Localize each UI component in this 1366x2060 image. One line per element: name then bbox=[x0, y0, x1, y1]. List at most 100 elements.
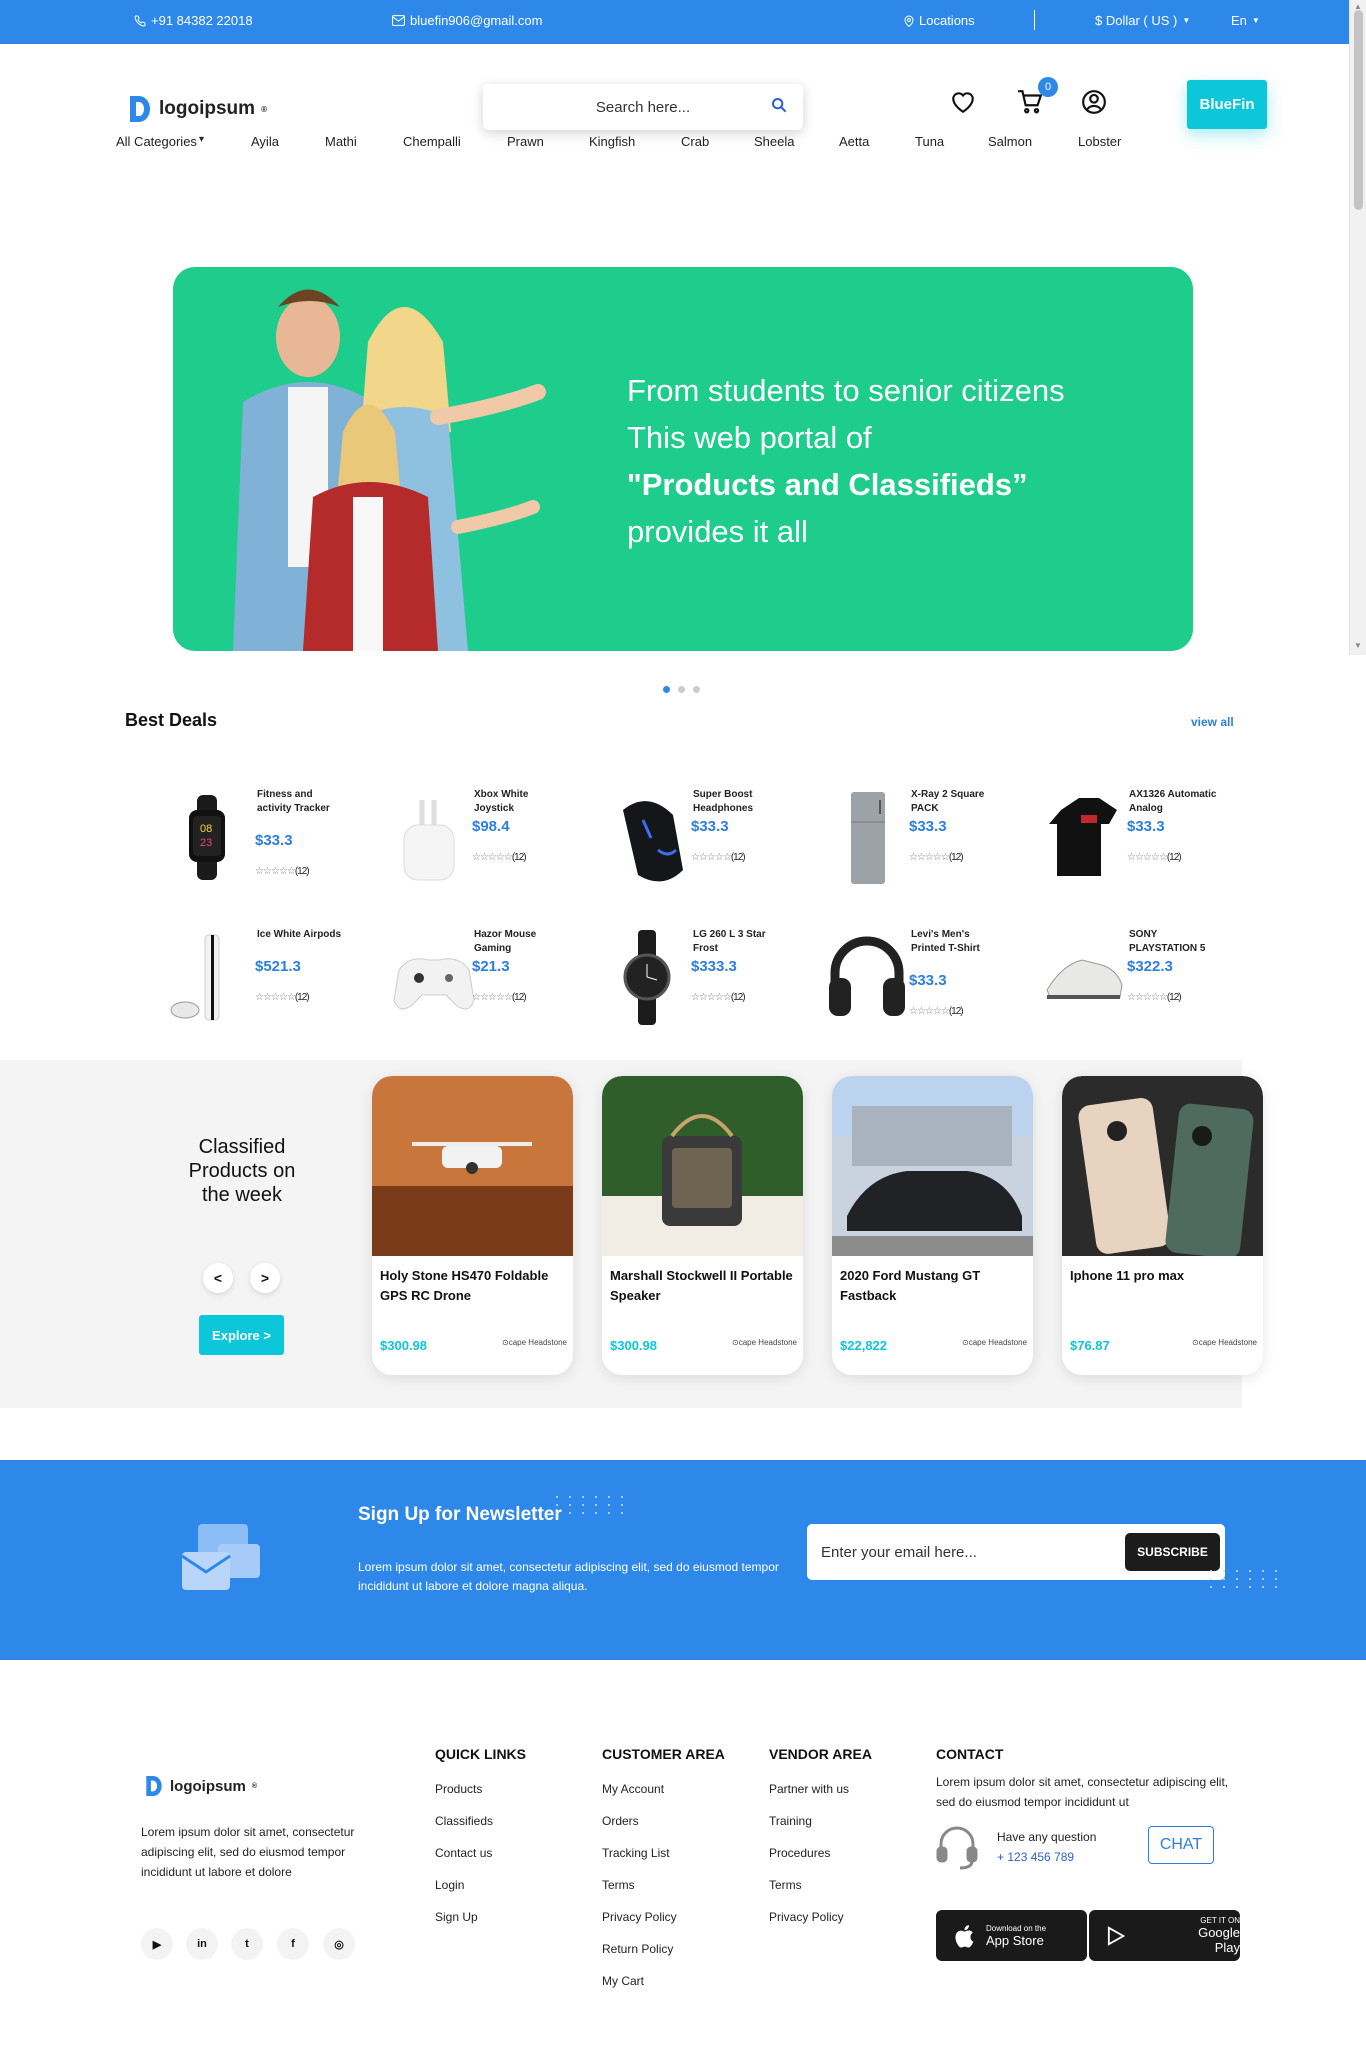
classified-card[interactable]: Holy Stone HS470 Foldable GPS RC Drone $3… bbox=[372, 1076, 573, 1375]
footer-link[interactable]: Return Policy bbox=[602, 1942, 725, 1956]
deal-name[interactable]: Ice White Airpods bbox=[257, 928, 347, 942]
footer-link[interactable]: Privacy Policy bbox=[602, 1910, 725, 1924]
deal-name[interactable]: Fitness and activity Tracker bbox=[257, 788, 347, 816]
deal-name[interactable]: Super Boost Headphones bbox=[693, 788, 783, 816]
explore-button[interactable]: Explore > bbox=[199, 1315, 284, 1355]
category-link[interactable]: Kingfish bbox=[589, 134, 635, 149]
footer-link[interactable]: Terms bbox=[602, 1878, 725, 1892]
subscribe-button[interactable]: SUBSCRIBE bbox=[1125, 1533, 1220, 1571]
classified-card[interactable]: Marshall Stockwell II Portable Speaker $3… bbox=[602, 1076, 803, 1375]
footer-link[interactable]: Partner with us bbox=[769, 1782, 872, 1796]
category-link[interactable]: Lobster bbox=[1078, 134, 1121, 149]
classified-card[interactable]: Iphone 11 pro max $76.87 ⊙cape Headstone bbox=[1062, 1076, 1263, 1375]
classified-next-button[interactable]: > bbox=[250, 1263, 280, 1293]
user-account-icon[interactable] bbox=[1081, 89, 1107, 115]
footer-link[interactable]: Products bbox=[435, 1782, 526, 1796]
rating-count: (12) bbox=[294, 992, 310, 1003]
scrollbar[interactable]: ▲ ▼ bbox=[1349, 0, 1366, 655]
search-icon[interactable] bbox=[771, 97, 787, 113]
classified-title[interactable]: Holy Stone HS470 Foldable GPS RC Drone bbox=[380, 1266, 565, 1306]
deal-name[interactable]: Hazor Mouse Gaming bbox=[474, 928, 564, 956]
footer-link[interactable]: Classifieds bbox=[435, 1814, 526, 1828]
deal-name[interactable]: Xbox White Joystick bbox=[474, 788, 564, 816]
watch-icon: 0823 bbox=[189, 795, 225, 880]
facebook-icon[interactable]: f bbox=[277, 1928, 309, 1960]
youtube-icon[interactable]: ▶ bbox=[141, 1928, 173, 1960]
deal-price: $33.3 bbox=[255, 832, 293, 849]
footer-link[interactable]: Training bbox=[769, 1814, 872, 1828]
instagram-icon[interactable]: ◎ bbox=[323, 1928, 355, 1960]
header-logo[interactable]: logoipsum ® bbox=[127, 94, 267, 124]
topbar-phone[interactable]: +91 84382 22018 bbox=[134, 13, 253, 28]
deal-item[interactable]: Hazor Mouse Gaming $21.3 ☆☆☆☆☆(12) bbox=[384, 920, 594, 1050]
chat-button[interactable]: CHAT bbox=[1148, 1826, 1214, 1864]
category-link[interactable]: Crab bbox=[681, 134, 709, 149]
linkedin-icon[interactable]: in bbox=[186, 1928, 218, 1960]
carousel-dot[interactable] bbox=[693, 686, 700, 693]
app-store-button[interactable]: Download on the App Store bbox=[936, 1910, 1087, 1961]
footer-link[interactable]: My Account bbox=[602, 1782, 725, 1796]
classified-location: ⊙cape Headstone bbox=[732, 1338, 797, 1347]
deal-item[interactable]: Super Boost Headphones $33.3 ☆☆☆☆☆(12) bbox=[603, 780, 813, 910]
footer-link[interactable]: Login bbox=[435, 1878, 526, 1892]
classified-prev-button[interactable]: < bbox=[203, 1263, 233, 1293]
scroll-down-arrow-icon[interactable]: ▼ bbox=[1354, 641, 1362, 650]
footer-link[interactable]: Tracking List bbox=[602, 1846, 725, 1860]
deal-item[interactable]: Ice White Airpods $521.3 ☆☆☆☆☆(12) bbox=[167, 920, 377, 1050]
search-box[interactable]: Search here... bbox=[483, 84, 803, 130]
deal-name[interactable]: Levi's Men's Printed T-Shirt bbox=[911, 928, 1001, 956]
twitter-icon[interactable]: t bbox=[231, 1928, 263, 1960]
category-link[interactable]: Salmon bbox=[988, 134, 1032, 149]
carousel-dot[interactable] bbox=[678, 686, 685, 693]
deal-item[interactable]: LG 260 L 3 Star Frost $333.3 ☆☆☆☆☆(12) bbox=[603, 920, 813, 1050]
decor-dots bbox=[556, 1496, 628, 1514]
deal-name[interactable]: AX1326 Automatic Analog bbox=[1129, 788, 1219, 816]
star-rating-icon: ☆☆☆☆☆ bbox=[472, 992, 513, 1003]
deal-item[interactable]: 08 23 Fitness and activity Tracker $33.3 ☆☆☆… bbox=[167, 780, 377, 910]
heart-icon[interactable] bbox=[950, 89, 976, 115]
deal-item[interactable]: Levi's Men's Printed T-Shirt $33.3 ☆☆☆☆☆(1… bbox=[821, 920, 1031, 1050]
contact-phone[interactable]: + 123 456 789 bbox=[997, 1847, 1074, 1867]
hero-banner[interactable]: From students to senior citizens This we… bbox=[173, 267, 1193, 651]
google-play-button[interactable]: GET IT ON Google Play bbox=[1089, 1910, 1240, 1961]
classified-title[interactable]: Marshall Stockwell II Portable Speaker bbox=[610, 1266, 795, 1306]
footer-logo[interactable]: logoipsum ® bbox=[144, 1774, 257, 1798]
footer-link[interactable]: Sign Up bbox=[435, 1910, 526, 1924]
classified-card[interactable]: 2020 Ford Mustang GT Fastback $22,822 ⊙cap… bbox=[832, 1076, 1033, 1375]
google-play-small: GET IT ON bbox=[1200, 1916, 1240, 1925]
footer-link[interactable]: Terms bbox=[769, 1878, 872, 1892]
footer-link[interactable]: Privacy Policy bbox=[769, 1910, 872, 1924]
deal-item[interactable]: AX1326 Automatic Analog $33.3 ☆☆☆☆☆(12) bbox=[1039, 780, 1249, 910]
scrollbar-thumb[interactable] bbox=[1354, 10, 1363, 210]
category-link[interactable]: Sheela bbox=[754, 134, 794, 149]
view-all-link[interactable]: view all bbox=[1191, 715, 1234, 729]
deal-name[interactable]: SONY PLAYSTATION 5 bbox=[1129, 928, 1219, 956]
gamepad-icon bbox=[393, 958, 474, 1010]
category-link[interactable]: Mathi bbox=[325, 134, 357, 149]
category-link[interactable]: Tuna bbox=[915, 134, 944, 149]
footer-link[interactable]: Contact us bbox=[435, 1846, 526, 1860]
search-input[interactable]: Search here... bbox=[596, 99, 690, 116]
category-link[interactable]: Chempalli bbox=[403, 134, 461, 149]
category-all-dropdown[interactable]: All Categories bbox=[116, 134, 197, 149]
deal-name[interactable]: X-Ray 2 Square PACK bbox=[911, 788, 1001, 816]
carousel-dot-active[interactable] bbox=[663, 686, 670, 693]
footer-link[interactable]: Procedures bbox=[769, 1846, 872, 1860]
classified-title[interactable]: Iphone 11 pro max bbox=[1070, 1266, 1255, 1286]
classified-title[interactable]: 2020 Ford Mustang GT Fastback bbox=[840, 1266, 1025, 1306]
footer-link[interactable]: My Cart bbox=[602, 1974, 725, 1988]
language-dropdown[interactable]: En ▼ bbox=[1231, 13, 1260, 28]
bluefin-button[interactable]: BlueFin bbox=[1187, 80, 1267, 129]
category-link[interactable]: Aetta bbox=[839, 134, 869, 149]
deal-item[interactable]: X-Ray 2 Square PACK $33.3 ☆☆☆☆☆(12) bbox=[821, 780, 1031, 910]
rating-count: (12) bbox=[1166, 852, 1182, 863]
deal-item[interactable]: SONY PLAYSTATION 5 $322.3 ☆☆☆☆☆(12) bbox=[1039, 920, 1249, 1050]
topbar-locations[interactable]: Locations bbox=[904, 13, 975, 28]
footer-link[interactable]: Orders bbox=[602, 1814, 725, 1828]
deal-item[interactable]: Xbox White Joystick $98.4 ☆☆☆☆☆(12) bbox=[384, 780, 594, 910]
category-link[interactable]: Ayila bbox=[251, 134, 279, 149]
topbar-email[interactable]: bluefin906@gmail.com bbox=[392, 13, 542, 28]
currency-dropdown[interactable]: $ Dollar ( US ) ▼ bbox=[1095, 13, 1190, 28]
category-link[interactable]: Prawn bbox=[507, 134, 544, 149]
deal-name[interactable]: LG 260 L 3 Star Frost bbox=[693, 928, 783, 956]
